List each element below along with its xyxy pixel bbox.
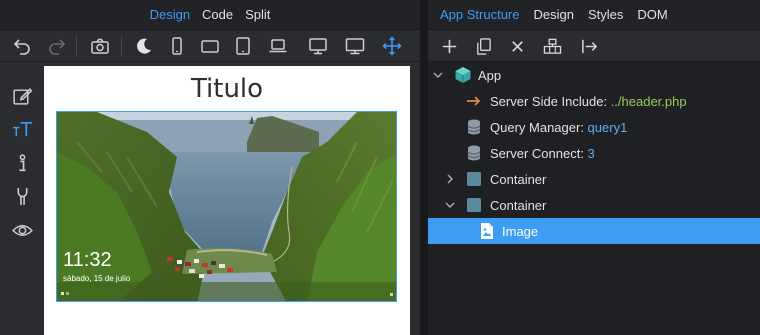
arrow-right-icon bbox=[465, 92, 483, 110]
phone-portrait-icon[interactable] bbox=[165, 34, 189, 58]
camera-icon[interactable] bbox=[88, 34, 112, 58]
tree-node-image[interactable]: Image bbox=[428, 218, 760, 244]
tree-node-query-manager[interactable]: Query Manager: query1 bbox=[428, 114, 760, 140]
tree-label-server-side-include: Server Side Include: ../header.php bbox=[490, 93, 687, 109]
container-icon bbox=[465, 170, 483, 188]
eye-icon[interactable] bbox=[10, 218, 34, 242]
database-icon bbox=[465, 118, 483, 136]
monitor-icon[interactable] bbox=[343, 34, 367, 58]
delete-icon[interactable] bbox=[505, 34, 529, 58]
tab-code[interactable]: Code bbox=[202, 7, 233, 22]
tab-design-panel[interactable]: Design bbox=[534, 7, 574, 22]
tree-node-container-1[interactable]: Container bbox=[428, 166, 760, 192]
dark-mode-icon[interactable] bbox=[132, 34, 156, 58]
undo-icon[interactable] bbox=[10, 34, 34, 58]
view-tabs: Design Code Split bbox=[0, 0, 420, 30]
tab-dom[interactable]: DOM bbox=[637, 7, 667, 22]
tree-label-server-connect: Server Connect: 3 bbox=[490, 145, 595, 161]
side-toolbar bbox=[0, 62, 44, 335]
duplicate-icon[interactable] bbox=[471, 34, 495, 58]
tree-label-query-manager: Query Manager: query1 bbox=[490, 119, 628, 135]
tablet-portrait-icon[interactable] bbox=[231, 34, 255, 58]
lock-screen-date: sábado, 15 de julio bbox=[63, 274, 131, 283]
tree-label-container-2: Container bbox=[490, 197, 547, 213]
tree-node-server-side-include[interactable]: Server Side Include: ../header.php bbox=[428, 88, 760, 114]
tree-node-server-connect[interactable]: Server Connect: 3 bbox=[428, 140, 760, 166]
image-file-icon bbox=[478, 222, 496, 240]
lock-screen-time: 11:32 bbox=[63, 249, 112, 271]
design-canvas[interactable]: Titulo 11:32 sábado, 15 de julio bbox=[44, 66, 410, 335]
desktop-icon[interactable] bbox=[306, 34, 330, 58]
add-icon[interactable] bbox=[437, 34, 461, 58]
structure-icon[interactable] bbox=[540, 34, 564, 58]
design-toolbar bbox=[0, 30, 420, 62]
tree-label-container-1: Container bbox=[490, 171, 547, 187]
redo-icon[interactable] bbox=[45, 34, 69, 58]
chevron-down-icon[interactable] bbox=[432, 69, 444, 81]
info-icon[interactable] bbox=[10, 151, 34, 175]
wrench-icon[interactable] bbox=[10, 184, 34, 208]
panel-tabs: App Structure Design Styles DOM bbox=[428, 0, 760, 30]
tree-node-container-2[interactable]: Container bbox=[428, 192, 760, 218]
edit-icon[interactable] bbox=[10, 84, 34, 108]
cube-icon bbox=[454, 66, 472, 84]
toolbar-separator bbox=[76, 36, 77, 56]
container-icon bbox=[465, 196, 483, 214]
selected-image[interactable]: 11:32 sábado, 15 de julio bbox=[56, 111, 397, 302]
tree-label-app: App bbox=[478, 67, 502, 83]
export-icon[interactable] bbox=[577, 34, 601, 58]
phone-landscape-icon[interactable] bbox=[198, 34, 222, 58]
tree-label-image: Image bbox=[502, 223, 539, 239]
chevron-down-icon[interactable] bbox=[444, 199, 456, 211]
tab-styles[interactable]: Styles bbox=[588, 7, 623, 22]
database-icon bbox=[465, 144, 483, 162]
tab-split[interactable]: Split bbox=[245, 7, 270, 22]
toolbar-separator bbox=[121, 36, 122, 56]
move-icon[interactable] bbox=[380, 34, 404, 58]
pane-divider[interactable] bbox=[420, 0, 428, 335]
tab-app-structure[interactable]: App Structure bbox=[440, 7, 520, 22]
tab-design[interactable]: Design bbox=[150, 7, 190, 22]
page-heading[interactable]: Titulo bbox=[44, 74, 410, 104]
chevron-right-icon[interactable] bbox=[444, 173, 456, 185]
laptop-icon[interactable] bbox=[266, 34, 290, 58]
structure-toolbar bbox=[428, 30, 760, 62]
tree-node-app[interactable]: App bbox=[428, 62, 760, 88]
design-pane: Design Code Split Titulo 11:32 sábado, 1… bbox=[0, 0, 420, 335]
structure-pane: App Structure Design Styles DOM App Serv… bbox=[428, 0, 760, 335]
text-size-icon[interactable] bbox=[10, 117, 34, 141]
